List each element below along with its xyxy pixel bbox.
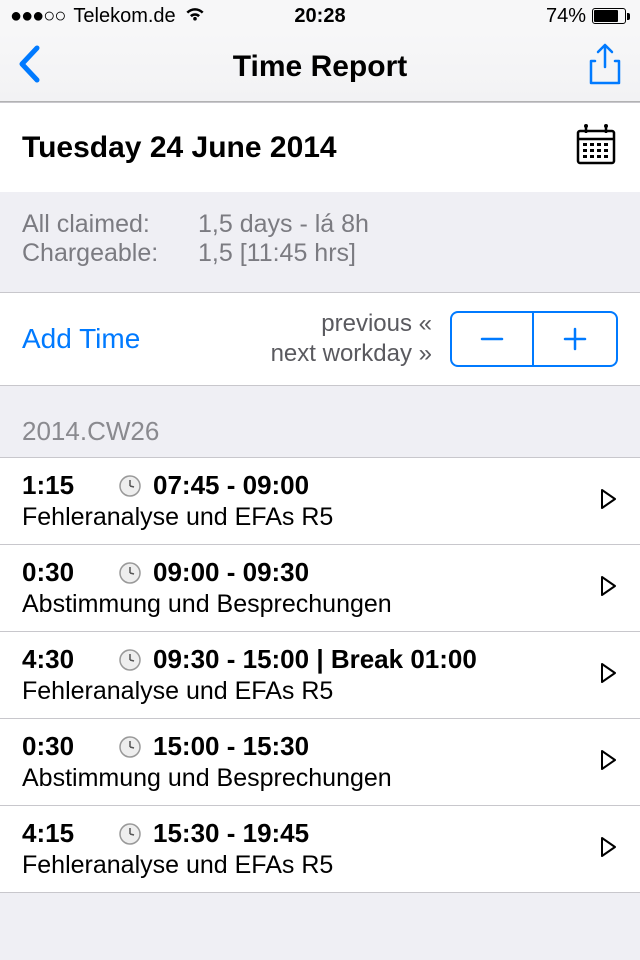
clock-icon — [117, 734, 143, 760]
previous-workday-link[interactable]: previous « — [271, 309, 432, 339]
entry-duration: 4:15 — [22, 818, 117, 849]
entry-description: Abstimmung und Besprechungen — [22, 764, 590, 793]
all-claimed-value: 1,5 days - lá 8h — [198, 210, 369, 239]
chargeable-value: 1,5 [11:45 hrs] — [198, 239, 356, 268]
disclosure-icon — [600, 487, 618, 516]
time-entry-row[interactable]: 1:15 07:45 - 09:00 Fehleranalyse und EFA… — [0, 457, 640, 544]
signal-strength-icon: ●●●○○ — [10, 5, 65, 28]
battery-icon — [592, 8, 630, 24]
add-time-button[interactable]: Add Time — [22, 323, 140, 355]
week-section-header: 2014.CW26 — [0, 386, 640, 457]
entry-duration: 1:15 — [22, 470, 117, 501]
status-bar: ●●●○○ Telekom.de 20:28 74% — [0, 0, 640, 32]
statusbar-time: 20:28 — [294, 5, 345, 28]
stepper-plus-button[interactable] — [534, 313, 616, 365]
date-header-row: Tuesday 24 June 2014 — [0, 102, 640, 192]
day-stepper — [450, 311, 618, 367]
entry-time-range: 07:45 - 09:00 — [153, 470, 309, 501]
entries-list: 1:15 07:45 - 09:00 Fehleranalyse und EFA… — [0, 457, 640, 893]
entry-duration: 0:30 — [22, 731, 117, 762]
clock-icon — [117, 473, 143, 499]
wifi-icon — [184, 5, 206, 28]
disclosure-icon — [600, 748, 618, 777]
chargeable-label: Chargeable: — [22, 239, 198, 268]
back-button[interactable] — [18, 45, 40, 88]
time-entry-row[interactable]: 4:30 09:30 - 15:00 | Break 01:00 Fehlera… — [0, 631, 640, 718]
page-title: Time Report — [233, 50, 407, 84]
calendar-button[interactable] — [574, 123, 618, 172]
share-button[interactable] — [588, 43, 622, 90]
entry-description: Fehleranalyse und EFAs R5 — [22, 677, 590, 706]
disclosure-icon — [600, 835, 618, 864]
battery-percentage: 74% — [546, 5, 586, 28]
entry-description: Abstimmung und Besprechungen — [22, 590, 590, 619]
entry-description: Fehleranalyse und EFAs R5 — [22, 851, 590, 880]
controls-row: Add Time previous « next workday » — [0, 293, 640, 386]
workday-nav-labels: previous « next workday » — [271, 309, 432, 369]
entry-time-range: 15:00 - 15:30 — [153, 731, 309, 762]
entry-duration: 4:30 — [22, 644, 117, 675]
entry-duration: 0:30 — [22, 557, 117, 588]
disclosure-icon — [600, 574, 618, 603]
stepper-minus-button[interactable] — [452, 313, 534, 365]
selected-date: Tuesday 24 June 2014 — [22, 131, 337, 165]
time-entry-row[interactable]: 4:15 15:30 - 19:45 Fehleranalyse und EFA… — [0, 805, 640, 893]
clock-icon — [117, 821, 143, 847]
navigation-bar: Time Report — [0, 32, 640, 102]
entry-time-range: 09:00 - 09:30 — [153, 557, 309, 588]
time-entry-row[interactable]: 0:30 09:00 - 09:30 Abstimmung und Bespre… — [0, 544, 640, 631]
time-entry-row[interactable]: 0:30 15:00 - 15:30 Abstimmung und Bespre… — [0, 718, 640, 805]
next-workday-link[interactable]: next workday » — [271, 339, 432, 369]
entry-time-range: 15:30 - 19:45 — [153, 818, 309, 849]
clock-icon — [117, 647, 143, 673]
entry-time-range: 09:30 - 15:00 | Break 01:00 — [153, 644, 477, 675]
clock-icon — [117, 560, 143, 586]
all-claimed-label: All claimed: — [22, 210, 198, 239]
entry-description: Fehleranalyse und EFAs R5 — [22, 503, 590, 532]
summary-panel: All claimed: 1,5 days - lá 8h Chargeable… — [0, 192, 640, 293]
carrier-label: Telekom.de — [73, 5, 175, 28]
disclosure-icon — [600, 661, 618, 690]
